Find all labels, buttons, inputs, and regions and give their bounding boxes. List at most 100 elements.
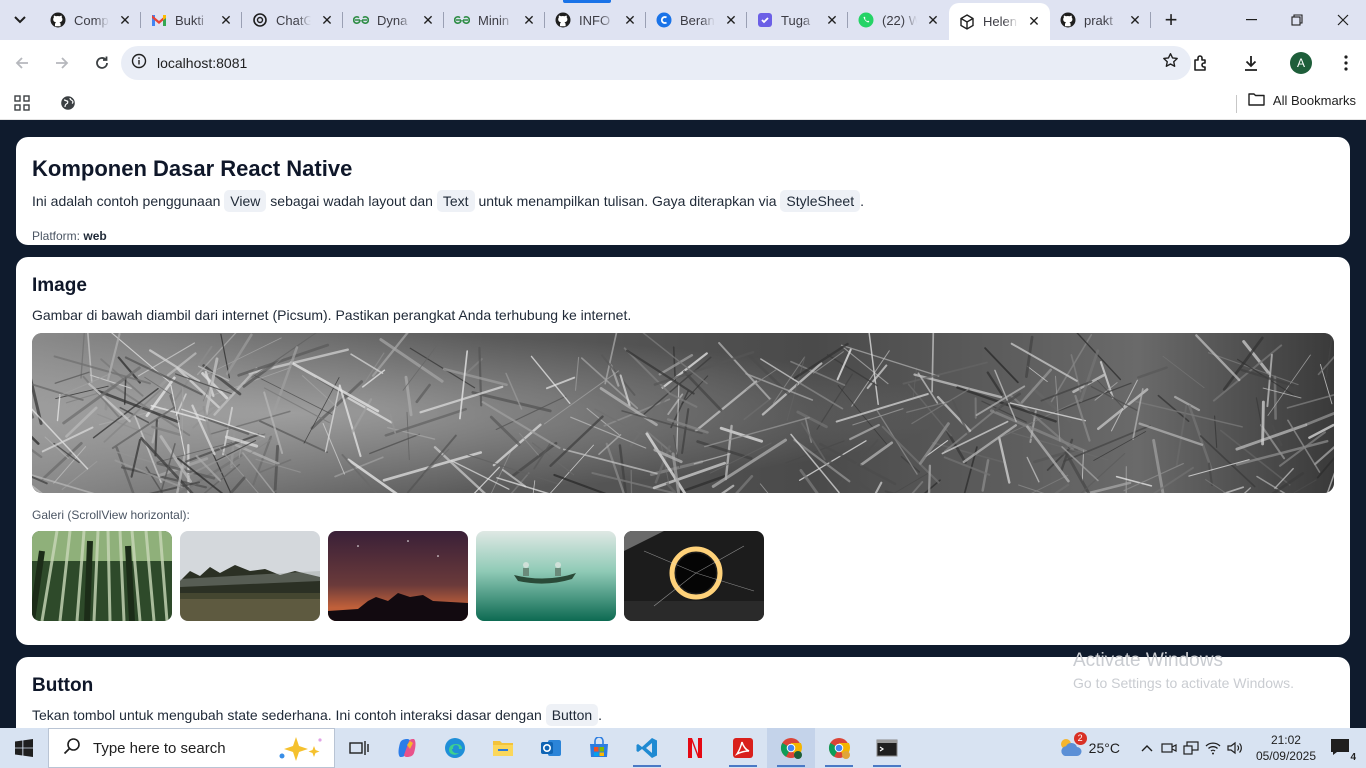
edge-icon[interactable] — [431, 728, 479, 768]
forward-arrow-icon[interactable] — [44, 45, 80, 81]
close-tab-icon[interactable]: ✕ — [723, 12, 739, 29]
task-view-icon[interactable] — [335, 728, 383, 768]
new-tab-button[interactable]: + — [1153, 2, 1189, 38]
folder-icon — [1248, 92, 1265, 109]
outlook-icon[interactable] — [527, 728, 575, 768]
gallery-image-light-ring — [624, 531, 764, 621]
geeksforgeeks-icon — [454, 12, 470, 28]
meet-now-icon[interactable] — [1158, 741, 1180, 755]
close-tab-icon[interactable]: ✕ — [1127, 12, 1143, 29]
tab-strip: Comp ✕ Bukti ✕ ChatG ✕ Dyna ✕ Minin ✕ IN… — [0, 0, 1366, 40]
gallery-image-canoe-lake — [476, 531, 616, 621]
close-tab-icon[interactable]: ✕ — [420, 12, 436, 29]
chatgpt-icon — [252, 12, 268, 28]
minimize-icon[interactable] — [1228, 0, 1274, 40]
bookmarks-divider — [1236, 95, 1237, 113]
tab-title: Dyna — [377, 12, 408, 28]
acrobat-icon[interactable] — [719, 728, 767, 768]
tab-tuga[interactable]: Tuga ✕ — [747, 3, 848, 37]
clock-time: 21:02 — [1270, 733, 1301, 747]
tab-title: Bukti — [175, 12, 204, 28]
gallery-scrollview[interactable] — [32, 531, 764, 621]
close-tab-icon[interactable]: ✕ — [824, 12, 840, 29]
intro-card: Komponen Dasar React Native Ini adalah c… — [16, 137, 1350, 245]
all-bookmarks-button[interactable]: All Bookmarks — [1248, 92, 1356, 109]
chrome-icon-active[interactable] — [767, 728, 815, 768]
platform-label: Platform: — [32, 229, 81, 243]
tab-list: Comp ✕ Bukti ✕ ChatG ✕ Dyna ✕ Minin ✕ IN… — [40, 0, 1151, 40]
weather-temperature[interactable]: 25°C — [1089, 740, 1120, 756]
close-window-icon[interactable] — [1320, 0, 1366, 40]
code-button: Button — [545, 704, 599, 726]
network-ethernet-icon[interactable] — [1180, 741, 1202, 755]
back-arrow-icon[interactable] — [4, 45, 40, 81]
volume-icon[interactable] — [1224, 741, 1246, 755]
wifi-icon[interactable] — [1202, 741, 1224, 755]
system-clock[interactable]: 21:02 05/09/2025 — [1256, 732, 1316, 764]
button-desc-text: Tekan tombol untuk mengubah state sederh… — [32, 707, 542, 723]
taskbar-search-box[interactable]: Type here to search — [48, 728, 335, 768]
close-tab-icon[interactable]: ✕ — [521, 12, 537, 29]
notification-center-icon[interactable]: 4 — [1330, 738, 1356, 763]
page-viewport[interactable]: Komponen Dasar React Native Ini adalah c… — [0, 121, 1366, 728]
toolbar-right: A — [1176, 45, 1366, 81]
close-tab-icon[interactable]: ✕ — [925, 12, 941, 29]
bookmarks-bar: All Bookmarks — [0, 86, 1366, 120]
microsoft-store-icon[interactable] — [575, 728, 623, 768]
tab-search-chevron-icon[interactable] — [0, 0, 40, 40]
file-explorer-icon[interactable] — [479, 728, 527, 768]
site-info-icon[interactable] — [131, 53, 147, 74]
geeksforgeeks-icon — [353, 12, 369, 28]
tab-chatgpt[interactable]: ChatG ✕ — [242, 3, 343, 37]
clock-date: 05/09/2025 — [1255, 749, 1316, 763]
close-tab-icon[interactable]: ✕ — [319, 12, 335, 29]
close-tab-icon[interactable]: ✕ — [622, 12, 638, 29]
windows-start-icon[interactable] — [0, 728, 48, 768]
weather-badge: 2 — [1073, 731, 1087, 745]
tab-bukti[interactable]: Bukti ✕ — [141, 3, 242, 37]
vscode-icon[interactable] — [623, 728, 671, 768]
tab-title: ChatG — [276, 12, 311, 28]
tab-dyna[interactable]: Dyna ✕ — [343, 3, 444, 37]
github-icon — [50, 12, 66, 28]
tab-title: Helen — [983, 14, 1017, 29]
button-section-description: Tekan tombol untuk mengubah state sederh… — [32, 703, 602, 727]
url-text[interactable]: localhost:8081 — [157, 55, 247, 71]
button-section-title: Button — [32, 675, 94, 696]
menu-kebab-icon[interactable] — [1326, 45, 1366, 81]
close-tab-icon[interactable]: ✕ — [218, 12, 234, 29]
extensions-icon[interactable] — [1176, 45, 1226, 81]
tab-title: Comp — [74, 12, 109, 28]
tab-whatsapp[interactable]: (22) W ✕ — [848, 3, 949, 37]
tab-beran[interactable]: Beran ✕ — [646, 3, 747, 37]
tab-title: (22) W — [882, 12, 917, 28]
image-section-description: Gambar di bawah diambil dari internet (P… — [32, 307, 632, 323]
tab-helen-active[interactable]: Helen ✕ — [949, 3, 1050, 40]
tab-comp[interactable]: Comp ✕ — [40, 3, 141, 37]
activate-windows-watermark: Activate Windows Go to Settings to activ… — [1073, 650, 1294, 691]
chevron-up-icon[interactable] — [1136, 744, 1158, 752]
tab-info[interactable]: INFO ✕ — [545, 3, 646, 37]
apps-grid-icon[interactable] — [4, 94, 40, 111]
restore-icon[interactable] — [1274, 0, 1320, 40]
chrome-icon[interactable] — [815, 728, 863, 768]
copilot-icon[interactable] — [383, 728, 431, 768]
globe-icon[interactable] — [50, 95, 86, 111]
tab-prakt[interactable]: prakt ✕ — [1050, 3, 1151, 37]
tab-minin[interactable]: Minin ✕ — [444, 3, 545, 37]
code-view: View — [224, 190, 267, 212]
github-icon — [555, 12, 571, 28]
address-bar[interactable]: localhost:8081 — [121, 46, 1191, 80]
gallery-image-night-sky — [328, 531, 468, 621]
close-tab-icon[interactable]: ✕ — [117, 12, 133, 29]
image-card: Image Gambar di bawah diambil dari inter… — [16, 257, 1350, 645]
tab-title: Beran — [680, 12, 715, 28]
netflix-icon[interactable] — [671, 728, 719, 768]
close-tab-icon[interactable]: ✕ — [1026, 13, 1042, 30]
image-section-title: Image — [32, 275, 87, 296]
download-icon[interactable] — [1226, 45, 1276, 81]
profile-avatar[interactable]: A — [1276, 45, 1326, 81]
weather-icon[interactable]: 2 — [1057, 731, 1087, 761]
reload-icon[interactable] — [84, 45, 120, 81]
terminal-icon[interactable] — [863, 728, 911, 768]
